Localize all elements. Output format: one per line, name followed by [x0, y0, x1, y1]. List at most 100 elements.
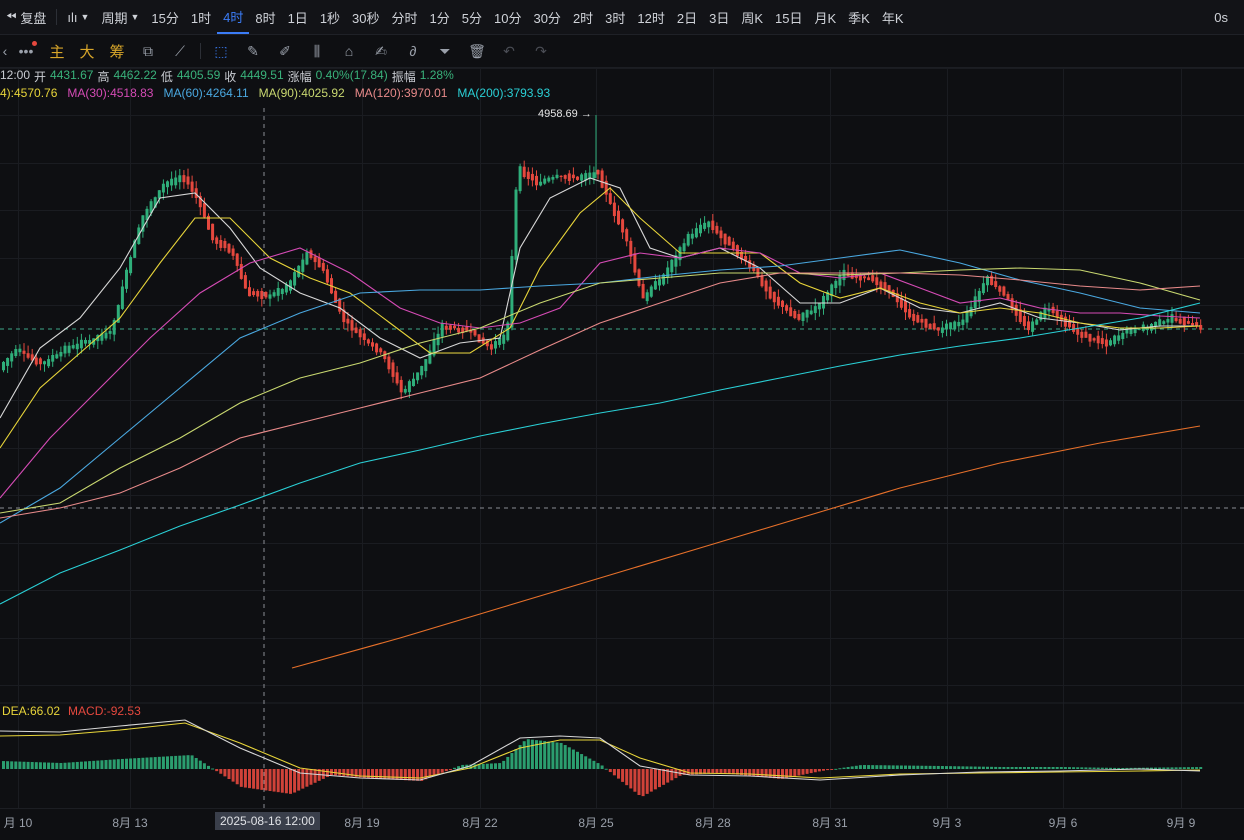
macd-bar [407, 769, 411, 781]
period-dropdown[interactable]: 周期 ▼ [95, 0, 145, 34]
dif-line [0, 719, 1201, 781]
ma-legend-item: MA(60):4264.11 [163, 86, 249, 100]
candle-body [772, 291, 776, 303]
candle-type-button[interactable]: ılı ▼ [61, 0, 95, 34]
ohlc-info: 12:00 开 4431.67 高 4462.22 低 4405.59 收 4449.5… [0, 68, 454, 85]
macd-bar [801, 769, 805, 775]
pen-button[interactable]: ✐ [269, 35, 301, 67]
macd-bar [71, 762, 75, 769]
macd-bar [289, 769, 292, 794]
interval-tab[interactable]: 1分 [424, 0, 456, 34]
candle-body [1002, 286, 1006, 296]
latency-indicator: 0s [1214, 9, 1228, 25]
trash-button[interactable]: 🗑︎ [461, 35, 493, 67]
candle-body [1031, 321, 1035, 332]
undo-button[interactable]: ↶ [493, 35, 525, 67]
candle-body [166, 181, 169, 188]
interval-tab[interactable]: 周K [735, 0, 769, 34]
interval-tab[interactable]: 30分 [527, 0, 566, 34]
interval-tab[interactable]: 2时 [567, 0, 599, 34]
macd-bar [1178, 767, 1182, 769]
interval-tab[interactable]: 15日 [769, 0, 808, 34]
time-axis-label: 8月 22 [462, 816, 498, 830]
candles-button[interactable]: ⫼ [301, 35, 333, 67]
macd-bar [276, 769, 280, 793]
candle-body [571, 174, 575, 179]
candle-body [813, 306, 817, 314]
cursor-button[interactable]: ⬚ [205, 35, 237, 67]
candle-body [391, 362, 395, 377]
interval-tab[interactable]: 1时 [185, 0, 217, 34]
interval-tab[interactable]: 3时 [599, 0, 631, 34]
candle-body [916, 315, 920, 323]
candle-body [362, 333, 366, 340]
interval-tab[interactable]: 年K [876, 0, 910, 34]
ma-legend-item: MA(30):4518.83 [67, 86, 154, 100]
macd-bar [912, 765, 916, 769]
macd-bar [502, 760, 506, 769]
main-indicator-button[interactable]: 主 [42, 35, 72, 67]
macd-bar [129, 758, 133, 769]
dea-line [0, 722, 1201, 779]
candlestick-chart[interactable] [0, 68, 1244, 808]
macd-bar [719, 769, 723, 774]
candle-body [526, 171, 530, 179]
candle-body [731, 241, 735, 249]
link-button[interactable]: ∂ [397, 35, 429, 67]
interval-tab[interactable]: 4时 [217, 0, 250, 34]
interval-tab[interactable]: 2日 [671, 0, 703, 34]
back-button[interactable]: ‹ [0, 35, 10, 67]
candle-body [1022, 316, 1026, 327]
interval-tab[interactable]: 5分 [456, 0, 488, 34]
interval-tab[interactable]: 15分 [145, 0, 184, 34]
candle-body [920, 318, 924, 323]
candle-body [949, 322, 953, 330]
ruler-button[interactable]: ✎ [237, 35, 269, 67]
more-button[interactable]: ••• [10, 35, 42, 67]
replay-button[interactable]: ⏪︎ 复盘 [0, 0, 52, 34]
interval-tab[interactable]: 分时 [386, 0, 424, 34]
candle-body [1006, 294, 1010, 300]
interval-tab[interactable]: 1日 [282, 0, 314, 34]
macd-bar [633, 769, 637, 792]
candle-body [522, 166, 526, 178]
macd-bar [239, 769, 243, 787]
candle-body [699, 224, 702, 234]
interval-tab[interactable]: 3日 [703, 0, 735, 34]
interval-tab[interactable]: 月K [808, 0, 842, 34]
chips-button[interactable]: 筹 [102, 35, 132, 67]
redo-button[interactable]: ↷ [525, 35, 557, 67]
candle-body [1092, 338, 1096, 341]
macd-bar [838, 768, 842, 770]
interval-tab[interactable]: 8时 [249, 0, 281, 34]
macd-bar [641, 769, 645, 797]
candle-body [358, 329, 362, 338]
interval-tab[interactable]: 季K [842, 0, 876, 34]
measure-button[interactable]: ⟋ [164, 35, 196, 67]
crosshair-time-label: 2025-08-16 12:00 [215, 812, 320, 830]
macd-bar [26, 761, 30, 769]
candle-body [633, 253, 637, 273]
macd-bar [100, 760, 104, 769]
macd-bar [608, 769, 612, 773]
interval-tab[interactable]: 30秒 [346, 0, 385, 34]
lock-button[interactable]: ⌂ [333, 35, 365, 67]
interval-tab[interactable]: 1秒 [314, 0, 346, 34]
filter-button[interactable]: ⏷ [429, 35, 461, 67]
compare-button[interactable]: ⧉ [132, 35, 164, 67]
large-button[interactable]: 大 [72, 35, 102, 67]
candle-body [399, 379, 403, 393]
candle-body [563, 175, 567, 179]
high-label: 高 [97, 70, 110, 84]
candle-body [1104, 339, 1108, 347]
candle-body [301, 259, 305, 272]
candle-body [416, 372, 420, 381]
candle-body [43, 361, 46, 365]
note-button[interactable]: ✍ [365, 35, 397, 67]
macd-bar [235, 769, 239, 785]
time-axis-label: 8月 25 [578, 816, 614, 830]
macd-bar [440, 769, 444, 773]
interval-tab[interactable]: 10分 [488, 0, 527, 34]
interval-tab[interactable]: 12时 [631, 0, 670, 34]
candle-body [231, 248, 235, 256]
